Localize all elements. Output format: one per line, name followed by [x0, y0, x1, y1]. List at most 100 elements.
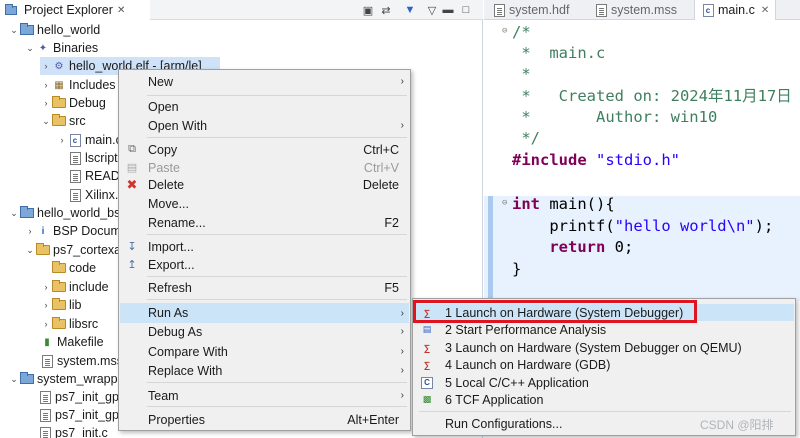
menu-item-replace-with[interactable]: Replace With ›: [120, 361, 409, 380]
submenu-arrow-icon: ›: [400, 76, 404, 87]
close-icon[interactable]: ✕: [117, 5, 125, 16]
expand-arrow-icon[interactable]: ›: [56, 135, 68, 145]
expand-arrow-icon[interactable]: ⌄: [24, 43, 36, 54]
expand-arrow-icon[interactable]: ›: [40, 80, 52, 90]
submenu-item-label: 4 Launch on Hardware (GDB): [445, 357, 611, 372]
menu-separator: [147, 299, 407, 300]
view-menu-icon[interactable]: ▽: [424, 2, 440, 18]
menu-item-new[interactable]: New ›: [120, 72, 409, 91]
menu-item-label: Team: [148, 388, 179, 403]
menu-item-open[interactable]: Open: [120, 97, 409, 116]
menu-item-label: Replace With: [148, 363, 223, 378]
expand-arrow-icon[interactable]: ⌄: [8, 374, 20, 385]
c-file-icon: [38, 426, 52, 438]
menu-item-export[interactable]: ↥ Export...: [120, 255, 409, 274]
code-line-10: return 0;: [512, 237, 633, 258]
filter-icon[interactable]: ▼: [402, 2, 418, 18]
folder-icon: [52, 261, 66, 275]
minimize-icon[interactable]: ▬: [440, 2, 456, 18]
expand-arrow-icon[interactable]: ›: [40, 61, 52, 71]
tree-item-hello-world[interactable]: ⌄ hello_world: [8, 21, 100, 39]
folder-icon: [36, 243, 50, 257]
submenu-arrow-icon: ›: [400, 346, 404, 357]
menu-item-open-with[interactable]: Open With ›: [120, 116, 409, 135]
menu-item-delete[interactable]: ✖ Delete Delete: [120, 175, 409, 194]
submenu-item-tcf-application[interactable]: ▩ 6 TCF Application: [414, 391, 794, 408]
menu-item-run-as[interactable]: Run As ›: [120, 303, 409, 323]
menu-item-move[interactable]: Move...: [120, 194, 409, 213]
code-line-2: * main.c: [512, 44, 606, 62]
submenu-arrow-icon: ›: [400, 365, 404, 376]
tree-item-debug[interactable]: › Debug: [40, 94, 106, 112]
code-line-11: }: [512, 260, 522, 278]
tab-system-mss[interactable]: system.mss: [588, 0, 683, 20]
maximize-icon[interactable]: □: [458, 2, 474, 18]
link-editor-icon[interactable]: ⇄: [378, 2, 394, 18]
submenu-item-performance-analysis[interactable]: ▤ 2 Start Performance Analysis: [414, 321, 794, 338]
menu-item-label: Delete: [148, 177, 185, 192]
expand-arrow-icon[interactable]: ⌄: [8, 208, 20, 219]
tree-item-makefile[interactable]: ▮ Makefile: [40, 333, 103, 351]
menu-item-rename[interactable]: Rename... F2: [120, 213, 409, 232]
tree-item-binaries[interactable]: ⌄ ✦ Binaries: [24, 39, 98, 57]
tree-item-src[interactable]: ⌄ src: [40, 112, 86, 130]
tcf-icon: ▩: [422, 394, 432, 404]
tree-item-hello-world-bsp[interactable]: ⌄ hello_world_bsp: [8, 204, 127, 222]
menu-item-shortcut: Ctrl+C: [363, 142, 399, 157]
fold-icon[interactable]: ⊖: [502, 26, 507, 36]
paste-icon: ▤: [126, 162, 138, 174]
menu-item-refresh[interactable]: Refresh F5: [120, 278, 409, 297]
menu-item-compare-with[interactable]: Compare With ›: [120, 342, 409, 361]
c-file-icon: c: [68, 133, 82, 147]
submenu-arrow-icon: ›: [400, 390, 404, 401]
expand-arrow-icon[interactable]: ›: [24, 226, 36, 236]
menu-item-debug-as[interactable]: Debug As ›: [120, 322, 409, 341]
submenu-item-launch-gdb[interactable]: ∑ 4 Launch on Hardware (GDB): [414, 356, 794, 373]
tree-item-include[interactable]: › include: [40, 278, 109, 296]
makefile-icon: ▮: [44, 336, 50, 348]
watermark: CSDN @阳排: [700, 418, 774, 432]
code-line-6: */: [512, 129, 540, 147]
menu-item-import[interactable]: ↧ Import...: [120, 237, 409, 256]
expand-arrow-icon[interactable]: ⌄: [24, 245, 36, 256]
collapse-all-icon[interactable]: ▣: [360, 2, 376, 18]
tree-item-libsrc[interactable]: › libsrc: [40, 315, 98, 333]
tree-item-system-mss[interactable]: system.mss: [40, 352, 123, 370]
expand-arrow-icon[interactable]: ›: [40, 300, 52, 310]
menu-item-label: Properties: [148, 412, 205, 427]
binaries-icon: ✦: [38, 42, 48, 54]
tree-item-main-c[interactable]: › c main.c: [56, 131, 122, 149]
fold-icon[interactable]: ⊖: [502, 198, 507, 208]
expand-arrow-icon[interactable]: ›: [40, 319, 52, 329]
code-line-4: * Created on: 2024年11月17日: [512, 87, 792, 105]
folder-icon: [52, 114, 66, 128]
menu-item-team[interactable]: Team ›: [120, 386, 409, 405]
expand-arrow-icon[interactable]: ⌄: [40, 116, 52, 127]
submenu-item-label: Run Configurations...: [445, 416, 563, 431]
menu-separator: [147, 276, 407, 277]
tab-system-hdf[interactable]: system.hdf: [486, 0, 575, 20]
tree-item-label: libsrc: [69, 317, 99, 331]
menu-item-label: Open With: [148, 118, 208, 133]
c-application-icon: C: [420, 376, 434, 390]
submenu-item-local-c-app[interactable]: C 5 Local C/C++ Application: [414, 374, 794, 391]
tab-main-c[interactable]: c main.c ✕: [694, 0, 777, 20]
close-tab-icon[interactable]: ✕: [761, 5, 769, 16]
tree-item-label: main.c: [85, 133, 122, 147]
tree-item-label: system.mss: [57, 354, 123, 368]
project-explorer-icon: [4, 3, 18, 17]
folder-icon: [52, 280, 66, 294]
menu-item-copy[interactable]: ⧉ Copy Ctrl+C: [120, 140, 409, 159]
tree-item-lib[interactable]: › lib: [40, 296, 82, 314]
expand-arrow-icon[interactable]: ⌄: [8, 25, 20, 36]
include-path: "stdio.h": [596, 151, 680, 169]
tree-item-ps7-init-c[interactable]: ps7_init.c: [38, 424, 108, 438]
menu-item-properties[interactable]: Properties Alt+Enter: [120, 410, 409, 429]
tree-item-includes[interactable]: › ▦ Includes: [40, 76, 116, 94]
submenu-item-launch-qemu[interactable]: ∑ 3 Launch on Hardware (System Debugger …: [414, 339, 794, 356]
project-explorer-tab[interactable]: Project Explorer ✕: [0, 0, 150, 20]
tree-item-label: lib: [69, 298, 82, 312]
expand-arrow-icon[interactable]: ›: [40, 98, 52, 108]
expand-arrow-icon[interactable]: ›: [40, 282, 52, 292]
tree-item-code[interactable]: code: [52, 259, 96, 277]
